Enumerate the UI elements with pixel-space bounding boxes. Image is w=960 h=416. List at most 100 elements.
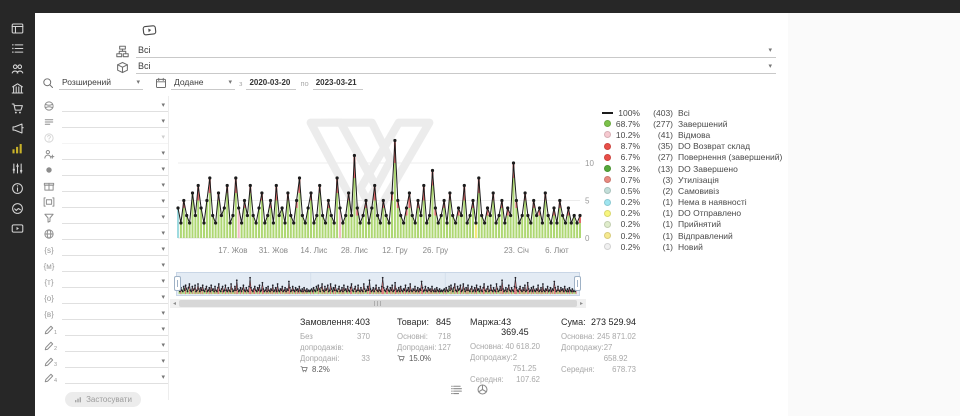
legend-item-11[interactable]: 0.2%(1)Відправлений xyxy=(604,230,782,241)
filter-select[interactable]: ▾ xyxy=(62,292,168,304)
filter-select[interactable]: ▾ xyxy=(65,356,168,368)
legend-item-2[interactable]: 10.2%(41)Відмова xyxy=(604,129,782,140)
filter-select[interactable]: ▾ xyxy=(62,276,168,288)
stats-title: Сума:273 529.94 xyxy=(561,317,636,327)
filter-select[interactable]: ▾ xyxy=(62,180,168,192)
status-dot-icon xyxy=(43,164,55,176)
filter-row-12[interactable]: {о}▾ xyxy=(38,290,168,306)
legend-item-7[interactable]: 0.5%(2)Самовивіз xyxy=(604,185,782,196)
minimap-right-handle[interactable] xyxy=(574,276,581,291)
filter-select[interactable]: ▾ xyxy=(62,100,168,112)
sidebar-chart-icon[interactable] xyxy=(11,142,24,155)
filter-select[interactable]: ▾ xyxy=(62,228,168,240)
filter-row-15[interactable]: 2▾ xyxy=(38,338,168,354)
search-mode-select[interactable]: Розширений ▾ xyxy=(59,76,143,90)
date-to-input[interactable]: 2023-03-21 xyxy=(313,76,363,90)
product-filter[interactable]: Всі ▾ xyxy=(116,59,776,74)
stats-sub-label: Середня: xyxy=(561,364,595,375)
product-filter-field[interactable]: Всі ▾ xyxy=(136,60,776,74)
y-axis-labels: 0510 xyxy=(585,159,594,243)
filter-row-16[interactable]: 3▾ xyxy=(38,354,168,370)
scroll-left-icon[interactable]: ◂ xyxy=(170,300,179,307)
braces-icon: {в} xyxy=(43,310,55,319)
legend-item-1[interactable]: 68.7%(277)Завершений xyxy=(604,118,782,129)
sidebar-users-icon[interactable] xyxy=(11,62,24,75)
calendar-icon[interactable] xyxy=(155,77,167,89)
stats-footer-value: 8.2% xyxy=(312,364,330,375)
legend-item-12[interactable]: 0.2%(1)Новий xyxy=(604,241,782,252)
sidebar-sliders-icon[interactable] xyxy=(11,162,24,175)
sidebar-video-icon[interactable] xyxy=(11,222,24,235)
filter-row-5[interactable]: ▾ xyxy=(38,178,168,194)
sidebar-list-icon[interactable] xyxy=(11,42,24,55)
chart-minimap[interactable] xyxy=(176,272,580,296)
sidebar-cart-icon[interactable] xyxy=(11,102,24,115)
filter-row-6[interactable]: ▾ xyxy=(38,194,168,210)
filter-select[interactable]: ▾ xyxy=(65,372,168,384)
legend-item-0[interactable]: 100%(403)Всі xyxy=(604,107,782,118)
sidebar-dashboard-icon[interactable] xyxy=(11,22,24,35)
legend-item-10[interactable]: 0.2%(1)Прийнятий xyxy=(604,219,782,230)
filter-select[interactable]: ▾ xyxy=(62,164,168,176)
minimap-left-handle[interactable] xyxy=(174,276,181,291)
braces-icon: {s} xyxy=(43,246,55,255)
filter-select[interactable]: ▾ xyxy=(62,244,168,256)
legend-label: DO Возврат склад xyxy=(678,141,750,151)
legend-item-5[interactable]: 3.2%(13)DO Завершено xyxy=(604,163,782,174)
sidebar-info-icon[interactable] xyxy=(11,182,24,195)
stats-footer: 8.2% xyxy=(300,364,370,375)
chart-scrollbar[interactable]: ◂ ▸ xyxy=(170,299,586,308)
user-plus-icon xyxy=(43,148,55,160)
legend-item-4[interactable]: 6.7%(27)Повернення (завершений) xyxy=(604,152,782,163)
chevron-down-icon: ▾ xyxy=(161,374,165,381)
filter-row-10[interactable]: {м}▾ xyxy=(38,258,168,274)
legend-item-9[interactable]: 0.2%(1)DO Отправлено xyxy=(604,208,782,219)
disc-icon[interactable] xyxy=(476,383,489,396)
legend-item-3[interactable]: 8.7%(35)DO Возврат склад xyxy=(604,141,782,152)
filter-select[interactable]: ▾ xyxy=(62,116,168,128)
sidebar-megaphone-icon[interactable] xyxy=(11,122,24,135)
filter-row-3[interactable]: ▾ xyxy=(38,146,168,162)
category-filter-field[interactable]: Всі ▾ xyxy=(136,44,776,58)
filter-row-11[interactable]: {т}▾ xyxy=(38,274,168,290)
sidebar-partners-icon[interactable] xyxy=(11,202,24,215)
filter-select[interactable]: ▾ xyxy=(62,132,168,144)
legend-item-6[interactable]: 0.7%(3)Утилізація xyxy=(604,174,782,185)
filter-select[interactable]: ▾ xyxy=(62,308,168,320)
legend-item-8[interactable]: 0.2%(1)Нема в наявності xyxy=(604,197,782,208)
scroll-right-icon[interactable]: ▸ xyxy=(577,300,586,307)
filter-row-9[interactable]: {s} ▾ xyxy=(38,242,168,258)
filter-row-2[interactable]: ▾ xyxy=(38,130,168,146)
filter-row-17[interactable]: 4▾ xyxy=(38,370,168,386)
filter-row-4[interactable]: ▾ xyxy=(38,162,168,178)
filter-select[interactable]: ▾ xyxy=(62,260,168,272)
legend-label: Всі xyxy=(678,108,690,118)
filter-row-7[interactable]: ▾ xyxy=(38,210,168,226)
chevron-down-icon: ▾ xyxy=(161,118,165,125)
filter-select[interactable]: ▾ xyxy=(62,212,168,224)
scrollbar-thumb[interactable] xyxy=(179,300,577,307)
date-from-input[interactable]: 2020-03-20 xyxy=(246,76,296,90)
search-icon[interactable] xyxy=(42,77,54,89)
orders-chart[interactable]: 051017. Жов31. Жов14. Лис28. Лис12. Гру2… xyxy=(168,96,603,262)
filter-select[interactable]: ▾ xyxy=(65,324,168,336)
tutorial-video-icon[interactable] xyxy=(137,23,161,38)
chevron-down-icon: ▾ xyxy=(161,102,165,109)
filter-select[interactable]: ▾ xyxy=(65,340,168,352)
chevron-down-icon: ▾ xyxy=(161,294,165,301)
legend-dot-swatch xyxy=(604,232,611,239)
date-field-select[interactable]: Додане ▾ xyxy=(171,76,235,90)
category-filter[interactable]: Всі ▾ xyxy=(116,43,776,58)
filter-row-13[interactable]: {в} ▾ xyxy=(38,306,168,322)
chevron-down-icon: ▾ xyxy=(161,182,165,189)
list-view-icon[interactable] xyxy=(450,383,463,396)
filter-select[interactable]: ▾ xyxy=(62,148,168,160)
filter-row-0[interactable]: ▾ xyxy=(38,98,168,114)
filter-row-14[interactable]: 1▾ xyxy=(38,322,168,338)
apply-button[interactable]: Застосувати xyxy=(65,392,141,407)
sidebar-building-icon[interactable] xyxy=(11,82,24,95)
filter-row-1[interactable]: ▾ xyxy=(38,114,168,130)
filter-select[interactable]: ▾ xyxy=(62,196,168,208)
chart-legend: 100%(403)Всі68.7%(277)Завершений10.2%(41… xyxy=(604,107,782,252)
filter-row-8[interactable]: ▾ xyxy=(38,226,168,242)
